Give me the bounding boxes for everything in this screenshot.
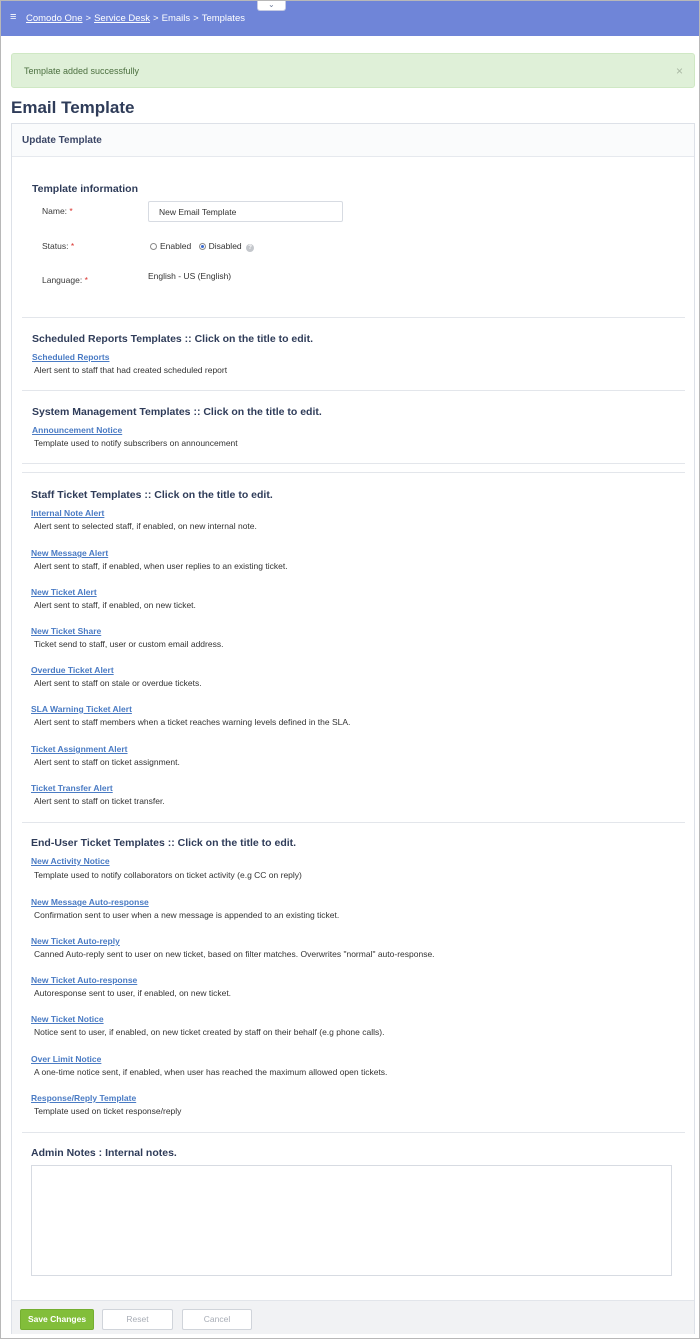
status-enabled-label: Enabled [160,241,192,251]
breadcrumb-emails: Emails [161,13,191,24]
help-icon[interactable]: ? [246,244,255,252]
close-icon[interactable]: × [676,64,683,78]
template-link-new-ticket-auto-response[interactable]: New Ticket Auto-response [31,975,137,985]
template-desc: Notice sent to user, if enabled, on new … [34,1027,385,1037]
template-link-ticket-transfer-alert[interactable]: Ticket Transfer Alert [31,783,113,793]
status-label-text: Status: [42,241,69,251]
template-link-new-ticket-auto-reply[interactable]: New Ticket Auto-reply [31,936,120,946]
template-link-announcement-notice[interactable]: Announcement Notice [32,425,122,435]
template-link-new-message-auto-response[interactable]: New Message Auto-response [31,897,149,907]
divider [22,317,685,318]
admin-notes-textarea[interactable] [31,1165,672,1276]
divider [22,472,685,473]
template-link-new-ticket-alert[interactable]: New Ticket Alert [31,587,97,597]
breadcrumb-templates: Templates [201,13,245,24]
admin-notes-title: Admin Notes : Internal notes. [31,1147,177,1159]
app-window: ≡ Comodo One > Service Desk > Emails > Templat… [0,0,700,1339]
divider [22,390,685,391]
breadcrumb-comodo-one[interactable]: Comodo One [26,13,83,24]
required-mark: * [70,241,75,251]
breadcrumb-service-desk[interactable]: Service Desk [94,13,150,24]
breadcrumb-separator: > [153,13,159,24]
collapse-toggle[interactable]: ⌄ [257,0,286,11]
page-title: Email Template [11,98,135,117]
template-desc: A one-time notice sent, if enabled, when… [34,1067,388,1077]
end-user-ticket-section-title: End-User Ticket Templates :: Click on th… [31,837,297,849]
required-mark: * [69,206,73,216]
template-link-new-activity-notice[interactable]: New Activity Notice [31,856,110,866]
template-link-new-message-alert[interactable]: New Message Alert [31,548,108,558]
radio-enabled[interactable] [150,243,157,250]
template-desc: Alert sent to selected staff, if enabled… [34,521,257,531]
reset-button[interactable]: Reset [102,1309,173,1330]
template-desc: Template used on ticket response/reply [34,1106,182,1116]
system-management-section-title: System Management Templates :: Click on … [32,406,322,418]
top-bar: ≡ Comodo One > Service Desk > Emails > Templat… [1,0,699,36]
staff-ticket-section-title: Staff Ticket Templates :: Click on the t… [31,489,273,501]
template-desc: Alert sent to staff that had created sch… [34,365,228,375]
hamburger-menu-icon[interactable]: ≡ [10,12,16,23]
template-desc: Confirmation sent to user when a new mes… [34,910,340,920]
name-input[interactable] [148,201,343,222]
template-desc: Ticket send to staff, user or custom ema… [34,639,224,649]
status-disabled-label: Disabled [208,241,242,251]
required-mark: * [84,275,88,285]
template-link-new-ticket-notice[interactable]: New Ticket Notice [31,1014,104,1024]
radio-disabled[interactable] [198,243,206,250]
template-desc: Template used to notify subscribers on a… [34,438,238,448]
template-link-overdue-ticket-alert[interactable]: Overdue Ticket Alert [31,665,114,675]
template-desc: Alert sent to staff, if enabled, when us… [34,561,288,571]
breadcrumb-separator: > [193,13,199,24]
template-link-response-reply-template[interactable]: Response/Reply Template [31,1093,136,1103]
success-alert: Template added successfully × [11,53,695,88]
template-desc: Alert sent to staff on ticket transfer. [34,796,165,806]
status-radio-group: Enabled Disabled ? [150,241,255,252]
template-info-title: Template information [32,183,138,195]
card-header: Update Template [12,124,694,157]
cancel-button[interactable]: Cancel [182,1309,252,1330]
template-link-new-ticket-share[interactable]: New Ticket Share [31,626,101,636]
template-desc: Alert sent to staff, if enabled, on new … [34,600,196,610]
template-desc: Alert sent to staff members when a ticke… [34,717,351,727]
language-label-text: Language: [42,275,83,285]
template-desc: Alert sent to staff on stale or overdue … [34,678,202,688]
language-label: Language: * [42,275,88,285]
alert-message: Template added successfully [24,66,140,76]
breadcrumb: Comodo One > Service Desk > Emails > Templates [26,13,245,24]
template-desc: Template used to notify collaborators on… [34,870,302,880]
name-label-text: Name: [42,206,68,216]
template-desc: Alert sent to staff on ticket assignment… [34,757,180,767]
template-link-scheduled-reports[interactable]: Scheduled Reports [32,352,109,362]
breadcrumb-separator: > [85,13,92,24]
template-desc: Canned Auto-reply sent to user on new ti… [34,949,435,959]
status-disabled-option[interactable]: Disabled [198,241,242,251]
divider [22,822,685,823]
template-link-sla-warning-ticket-alert[interactable]: SLA Warning Ticket Alert [31,704,132,714]
divider [22,1132,685,1133]
template-desc: Autoresponse sent to user, if enabled, o… [34,988,232,998]
chevron-down-icon: ⌄ [268,0,275,9]
language-value: English - US (English) [148,271,232,281]
scheduled-reports-section-title: Scheduled Reports Templates :: Click on … [32,333,314,345]
template-link-internal-note-alert[interactable]: Internal Note Alert [31,508,104,518]
save-changes-button[interactable]: Save Changes [20,1309,94,1330]
divider [22,463,685,464]
template-link-over-limit-notice[interactable]: Over Limit Notice [31,1054,101,1064]
name-label: Name: * [42,206,73,216]
template-link-ticket-assignment-alert[interactable]: Ticket Assignment Alert [31,744,128,754]
card-title: Update Template [22,135,102,146]
status-label: Status: * [42,241,74,251]
status-enabled-option[interactable]: Enabled [150,241,191,251]
